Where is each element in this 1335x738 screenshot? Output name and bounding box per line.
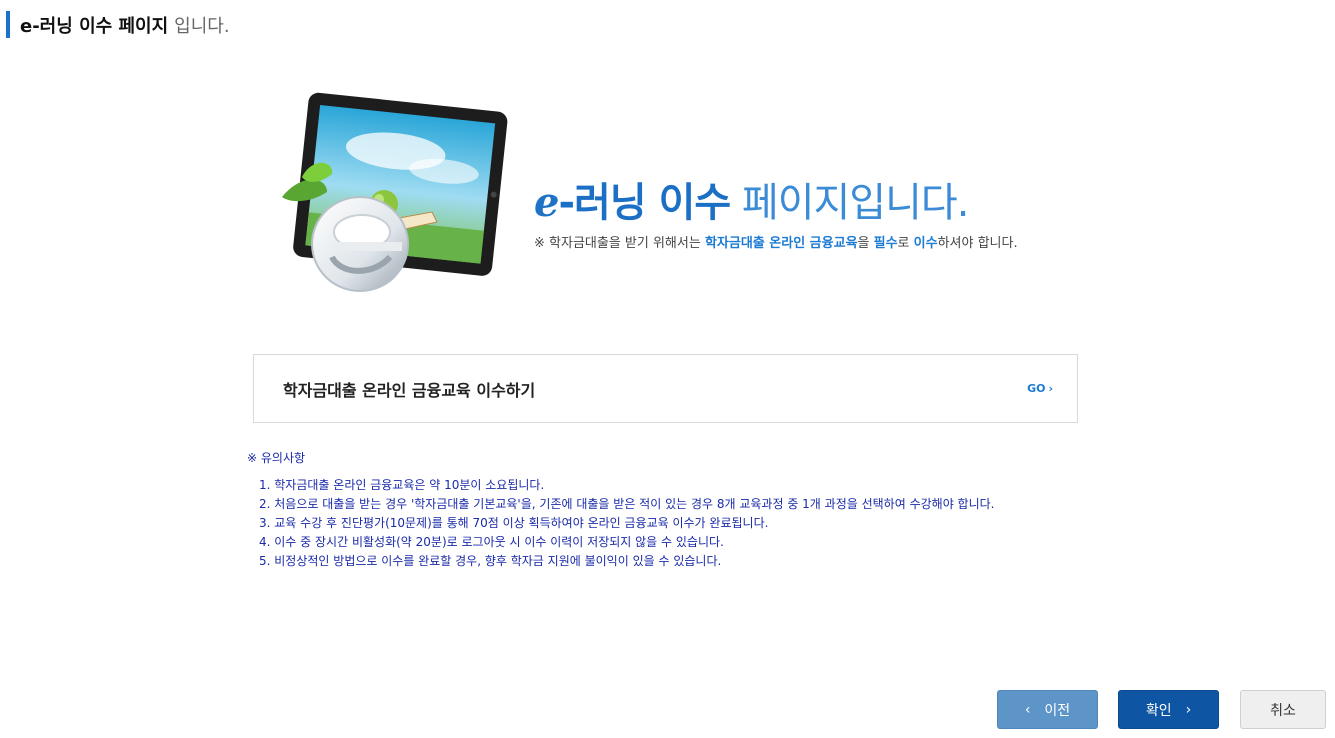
cancel-button-label: 취소 [1270, 702, 1296, 719]
confirm-button[interactable]: 확인 › [1118, 690, 1219, 729]
hero-sub-prefix: ※ 학자금대출을 받기 위해서는 [534, 236, 705, 251]
hero-sub-highlight-complete: 이수 [913, 236, 938, 251]
notice-item: 2. 처음으로 대출을 받는 경우 '학자금대출 기본교육'을, 기존에 대출을… [259, 497, 995, 511]
cancel-button[interactable]: 취소 [1240, 690, 1326, 729]
notice-title: ※ 유의사항 [247, 451, 306, 465]
online-education-go-button[interactable]: 학자금대출 온라인 금융교육 이수하기 GO › [253, 354, 1078, 423]
go-link-text: GO [1027, 382, 1046, 395]
notice-item: 1. 학자금대출 온라인 금융교육은 약 10분이 소요됩니다. [259, 478, 545, 492]
prev-button-label: 이전 [1044, 702, 1071, 719]
chevron-left-icon: ‹ [1024, 701, 1031, 718]
notice-list: 1. 학자금대출 온라인 금융교육은 약 10분이 소요됩니다. 2. 처음으로… [247, 476, 994, 571]
go-box-label: 학자금대출 온라인 금융교육 이수하기 [283, 380, 536, 400]
hero-title-light: 페이지입니다. [741, 180, 970, 226]
hero-sub-suffix: 하셔야 합니다. [937, 236, 1018, 251]
confirm-button-label: 확인 [1145, 702, 1172, 719]
hero-sub-mid1: 을 [857, 236, 874, 251]
go-link[interactable]: GO › [1027, 382, 1053, 395]
notice-item: 5. 비정상적인 방법으로 이수를 완료할 경우, 향후 학자금 지원에 불이익… [259, 554, 722, 568]
notice-item: 4. 이수 중 장시간 비활성화(약 20분)로 로그아웃 시 이수 이력이 저… [259, 535, 724, 549]
page-title-strong: e-러닝 이수 페이지 [20, 15, 169, 37]
hero-title: e-러닝 이수 페이지입니다. [534, 170, 970, 228]
prev-button[interactable]: ‹ 이전 [997, 690, 1098, 729]
hero-sub-highlight-required: 필수 [873, 236, 898, 251]
hero-title-bold: -러닝 이수 [558, 180, 731, 226]
tablet-e-learning-illustration [272, 92, 508, 297]
hero-title-e: e [534, 179, 559, 226]
hero-sub-highlight-course: 학자금대출 온라인 금융교육 [704, 236, 858, 251]
chevron-right-icon: › [1048, 382, 1053, 395]
hero-subtitle: ※ 학자금대출을 받기 위해서는 학자금대출 온라인 금융교육을 필수로 이수하… [534, 232, 1018, 251]
page-title: e-러닝 이수 페이지 입니다. [6, 11, 230, 38]
notice-item: 3. 교육 수강 후 진단평가(10문제)를 통해 70점 이상 획득하여야 온… [259, 516, 769, 530]
chevron-right-icon: › [1185, 701, 1192, 718]
notice-section: ※ 유의사항 1. 학자금대출 온라인 금융교육은 약 10분이 소요됩니다. … [247, 449, 994, 571]
page-title-rest: 입니다. [174, 15, 230, 37]
hero-sub-mid2: 로 [897, 236, 914, 251]
